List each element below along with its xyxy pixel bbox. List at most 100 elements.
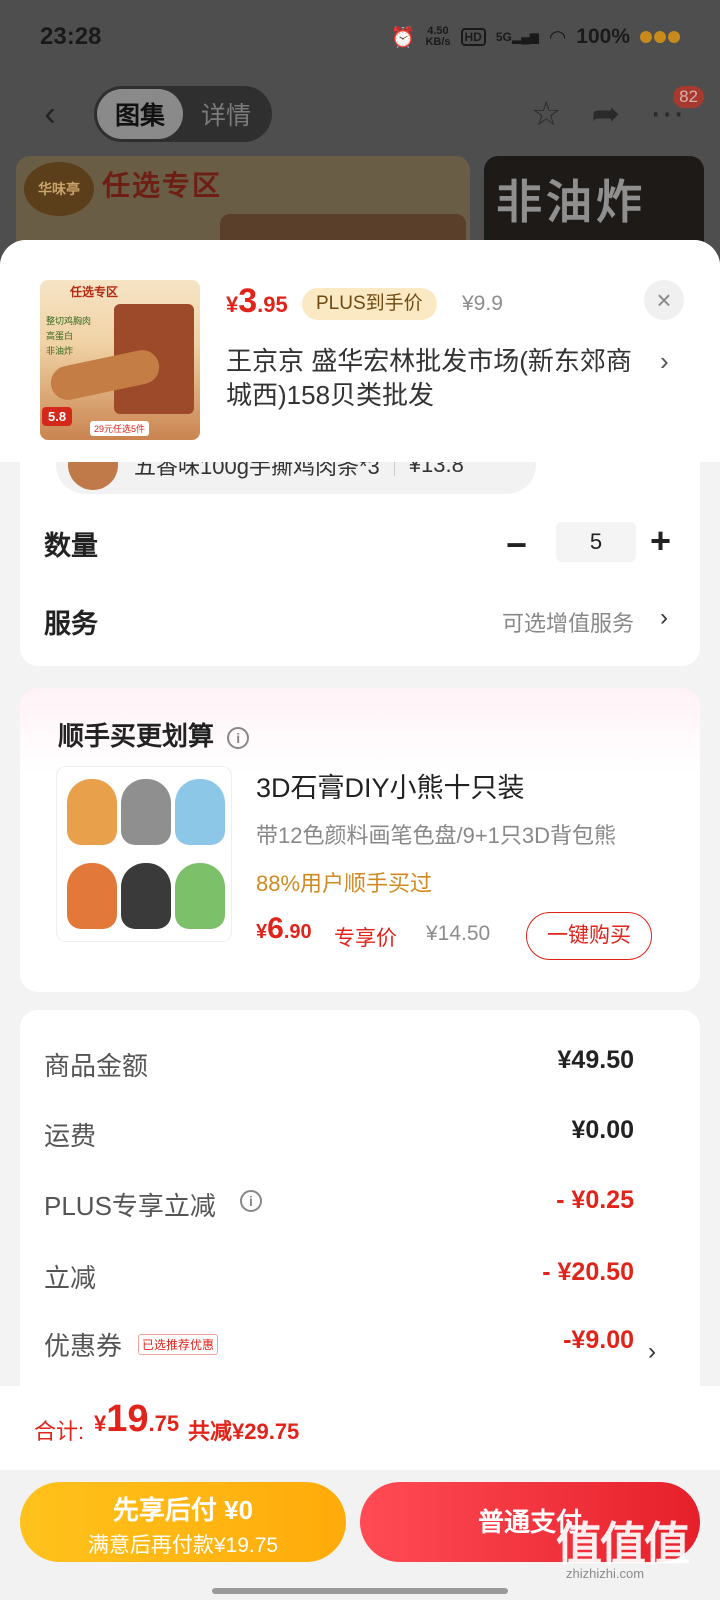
pay-later-title: 先享后付 ¥0 <box>112 1495 254 1525</box>
summary-value: -¥9.00 <box>563 1326 634 1354</box>
tab-gallery[interactable]: 图集 <box>97 89 183 139</box>
chevron-right-icon[interactable]: › <box>660 604 668 632</box>
product-thumbnail[interactable]: 任选专区 整切鸡胸肉 高蛋白 非油炸 5.8 29元任选5件 <box>40 280 200 440</box>
summary-row: PLUS专享立减 i - ¥0.25 <box>44 1186 634 1226</box>
share-icon[interactable]: ➦ <box>592 94 621 134</box>
coupon-row[interactable]: 优惠券 已选推荐优惠 -¥9.00 <box>44 1326 634 1366</box>
sheet-header: 任选专区 整切鸡胸肉 高蛋白 非油炸 5.8 29元任选5件 ¥ 3 .95 P… <box>0 240 720 462</box>
net-speed: 4.50 KB/s <box>425 26 450 48</box>
upsell-title: 顺手买更划算 i <box>58 716 250 753</box>
total-bar: 合计: ¥ 19 .75 共减¥29.75 <box>0 1386 720 1470</box>
thumb-feature: 整切鸡胸肉 <box>46 316 92 326</box>
watermark-logo: 值值值 <box>556 1518 690 1570</box>
upsell-exclusive-label: 专享价 <box>334 927 397 950</box>
upsell-original-price: ¥14.50 <box>426 922 491 945</box>
banner-right-title: 非油炸 <box>496 176 646 228</box>
upsell-price: ¥ 6 .90 <box>256 912 312 946</box>
star-icon[interactable]: ☆ <box>531 94 561 134</box>
upsell-percent: 88%用户顺手买过 <box>256 871 433 896</box>
banner-left-title: 任选专区 <box>102 170 223 201</box>
alarm-icon: ⏰ <box>390 26 416 49</box>
status-time: 23:28 <box>40 23 102 50</box>
current-price: ¥ 3 .95 <box>226 282 288 321</box>
tab-details[interactable]: 详情 <box>183 89 269 139</box>
net-speed-unit: KB/s <box>425 36 451 48</box>
price-currency: ¥ <box>226 292 239 317</box>
info-icon[interactable]: i <box>240 1190 262 1212</box>
service-label: 服务 <box>44 609 98 639</box>
quantity-stepper[interactable]: 5 <box>556 522 636 562</box>
total-amount: ¥ 19 .75 <box>94 1398 179 1441</box>
watermark-site: zhizhizhi.com <box>566 1566 645 1581</box>
status-bar: 23:28 ⏰ 4.50 KB/s HD 5G▂▄▆ ◠ 100% <box>0 0 720 74</box>
top-nav: ‹ 图集 详情 ☆ ➦ ⋯ <box>0 82 720 146</box>
chevron-right-icon[interactable]: › <box>660 346 669 377</box>
bear-figure <box>67 863 117 929</box>
upsell-price-decimal: .90 <box>283 921 312 943</box>
thumb-feature: 非油炸 <box>46 346 74 356</box>
upsell-product-image[interactable] <box>56 766 232 942</box>
view-switch: 图集 详情 <box>94 86 272 142</box>
quantity-label: 数量 <box>44 531 98 561</box>
service-hint[interactable]: 可选增值服务 <box>502 606 634 638</box>
battery-icon <box>640 31 680 43</box>
summary-row: 立减 - ¥20.50 <box>44 1258 634 1298</box>
summary-value: - ¥0.25 <box>556 1186 634 1214</box>
price-summary-card: 商品金额 ¥49.50 运费 ¥0.00 PLUS专享立减 i - ¥0.25 … <box>20 1010 700 1450</box>
summary-value: - ¥20.50 <box>542 1258 634 1286</box>
close-icon[interactable]: × <box>644 280 684 320</box>
cart-badge: 82 <box>673 86 704 108</box>
bear-figure <box>67 779 117 845</box>
hd-icon: HD <box>460 28 486 46</box>
price-decimal: .95 <box>257 292 288 317</box>
bear-figure <box>175 863 225 929</box>
total-decimal: .75 <box>148 1411 180 1436</box>
total-label: 合计: <box>34 1419 85 1444</box>
total-saved: 共减¥29.75 <box>188 1419 300 1444</box>
bear-figure <box>121 779 171 845</box>
signal-label: 5G <box>495 30 512 44</box>
chevron-right-icon[interactable]: › <box>648 1338 656 1366</box>
plus-price-tag: PLUS到手价 <box>302 288 437 320</box>
total-currency: ¥ <box>94 1411 107 1436</box>
back-arrow-icon[interactable]: ‹ <box>30 94 70 134</box>
original-price: ¥9.9 <box>462 292 503 315</box>
status-icons: ⏰ 4.50 KB/s HD 5G▂▄▆ ◠ 100% <box>391 25 680 50</box>
nav-actions: ☆ ➦ ⋯ <box>531 94 684 134</box>
upsell-price-currency: ¥ <box>256 921 268 943</box>
summary-label: 运费 <box>44 1121 97 1151</box>
summary-label: PLUS专享立减 <box>44 1191 216 1221</box>
price-integer: 3 <box>238 282 258 320</box>
coupon-tag: 已选推荐优惠 <box>138 1334 219 1355</box>
wifi-icon: ◠ <box>548 26 567 49</box>
thumb-features: 整切鸡胸肉 高蛋白 非油炸 <box>46 314 91 359</box>
pay-later-button[interactable]: 先享后付 ¥0 满意后再付款¥19.75 <box>20 1482 346 1562</box>
info-icon[interactable]: i <box>227 727 250 750</box>
summary-label: 优惠券 <box>44 1331 123 1361</box>
summary-value: ¥49.50 <box>557 1046 634 1074</box>
thumb-zone: 任选专区 <box>70 285 119 299</box>
upsell-card: 顺手买更划算 i 3D石膏DIY小熊十只装 带12色颜料画笔色盘/9+1只3D背… <box>20 688 700 992</box>
total-integer: 19 <box>106 1398 149 1440</box>
bear-figure <box>175 779 225 845</box>
pay-later-subtitle: 满意后再付款¥19.75 <box>87 1534 279 1557</box>
thumb-price: 5.8 <box>42 407 73 426</box>
thumb-feature: 高蛋白 <box>46 331 74 341</box>
summary-row: 运费 ¥0.00 <box>44 1116 634 1156</box>
brand-logo: 华味亭 <box>24 162 94 216</box>
minus-icon[interactable]: − <box>506 524 527 566</box>
bear-figure <box>121 863 171 929</box>
home-indicator[interactable] <box>212 1588 508 1594</box>
summary-label: 商品金额 <box>44 1051 149 1081</box>
upsell-description: 带12色颜料画笔色盘/9+1只3D背包熊 <box>256 823 617 848</box>
upsell-price-integer: 6 <box>267 912 284 945</box>
upsell-title-text: 顺手买更划算 <box>58 721 215 751</box>
signal-icon: 5G▂▄▆ <box>495 30 539 44</box>
summary-row: 商品金额 ¥49.50 <box>44 1046 634 1086</box>
plus-icon[interactable]: + <box>650 520 671 562</box>
upsell-name[interactable]: 3D石膏DIY小熊十只装 <box>256 766 525 805</box>
one-click-buy-button[interactable]: 一键购买 <box>526 912 652 960</box>
delivery-address[interactable]: 王京京 盛华宏林批发市场(新东郊商城西)158贝类批发 <box>226 344 646 412</box>
thumb-tag: 29元任选5件 <box>90 421 150 436</box>
summary-label: 立减 <box>44 1263 97 1293</box>
